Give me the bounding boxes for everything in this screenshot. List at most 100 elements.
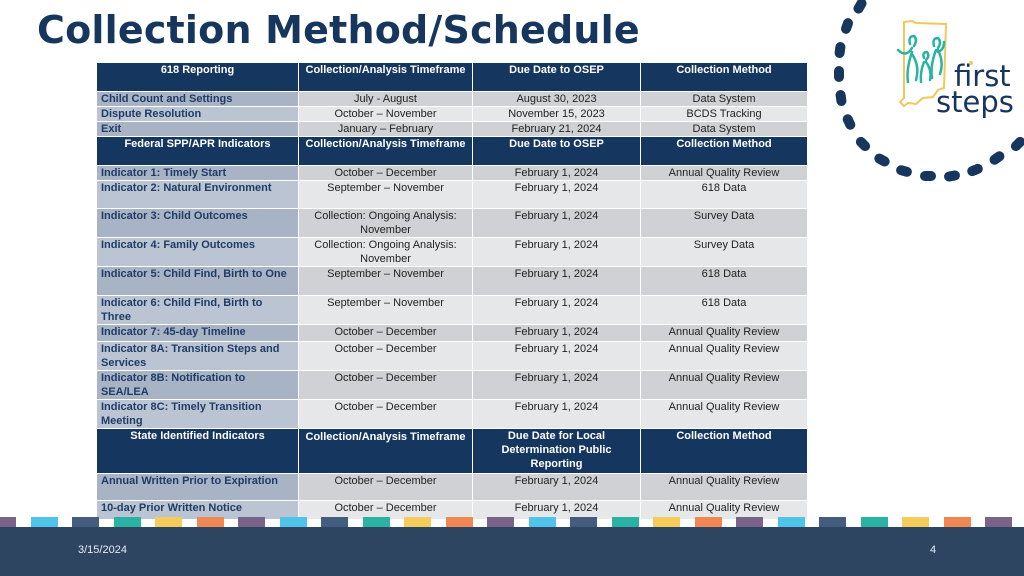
color-stripe: [0, 517, 16, 527]
due-date-cell: February 1, 2024: [472, 208, 641, 238]
table-row: Child Count and Settings July - August Aug…: [96, 91, 808, 107]
due-date-cell: February 1, 2024: [472, 370, 641, 400]
timeframe-cell: Collection: Ongoing Analysis: November: [298, 237, 473, 267]
collection-method-cell: 618 Data: [640, 180, 808, 209]
row-label: Dispute Resolution: [96, 106, 299, 122]
slide-footer: 3/15/2024 4: [0, 527, 1024, 576]
collection-method-cell: 618 Data: [640, 266, 808, 296]
timeframe-cell: September – November: [298, 295, 473, 325]
row-label: Indicator 8C: Timely Transition Meeting: [96, 399, 299, 429]
color-stripe: [695, 517, 722, 527]
color-stripe: [819, 517, 846, 527]
timeframe-cell: October – December: [298, 473, 473, 501]
table-row: Annual Written Prior to Expiration Octobe…: [96, 473, 808, 501]
slide-number: 4: [930, 544, 937, 556]
collection-method-cell: Annual Quality Review: [640, 324, 808, 342]
timeframe-cell: January – February: [298, 121, 473, 137]
table-row: Indicator 4: Family Outcomes Collection: …: [96, 237, 808, 267]
table-row: Indicator 8A: Transition Steps and Servi…: [96, 341, 808, 371]
timeframe-cell: September – November: [298, 180, 473, 209]
due-date-cell: February 1, 2024: [472, 324, 641, 342]
row-label: Annual Written Prior to Expiration: [96, 473, 299, 501]
timeframe-cell: October – November: [298, 106, 473, 122]
column-header: Federal SPP/APR Indicators: [96, 136, 299, 166]
color-stripe: [72, 517, 99, 527]
color-stripe: [155, 517, 182, 527]
column-header: Collection Method: [640, 136, 808, 166]
color-stripe: [31, 517, 58, 527]
due-date-cell: February 1, 2024: [472, 180, 641, 209]
due-date-cell: February 1, 2024: [472, 165, 641, 181]
due-date-cell: August 30, 2023: [472, 91, 641, 107]
timeframe-cell: October – December: [298, 324, 473, 342]
table-row: Indicator 8B: Notification to SEA/LEA Oct…: [96, 370, 808, 400]
color-stripe: [363, 517, 390, 527]
color-stripe: [238, 517, 265, 527]
row-label: Indicator 6: Child Find, Birth to Three: [96, 295, 299, 325]
section-header-row: State Identified Indicators Collection/An…: [96, 428, 808, 474]
color-stripe: [985, 517, 1012, 527]
row-label: Indicator 7: 45-day Timeline: [96, 324, 299, 342]
row-label: Exit: [96, 121, 299, 137]
color-stripe: [280, 517, 307, 527]
row-label: Indicator 8B: Notification to SEA/LEA: [96, 370, 299, 400]
collection-method-cell: 618 Data: [640, 295, 808, 325]
color-stripe: [446, 517, 473, 527]
collection-method-cell: Annual Quality Review: [640, 341, 808, 371]
table-row: Indicator 7: 45-day Timeline October – De…: [96, 324, 808, 342]
column-header: Collection Method: [640, 428, 808, 474]
due-date-cell: February 1, 2024: [472, 237, 641, 267]
row-label: Indicator 8A: Transition Steps and Servi…: [96, 341, 299, 371]
color-stripe: [653, 517, 680, 527]
collection-method-cell: BCDS Tracking: [640, 106, 808, 122]
table-row: Exit January – February February 21, 2024 D…: [96, 121, 808, 137]
color-stripe: [736, 517, 763, 527]
table-row: Dispute Resolution October – November Nove…: [96, 106, 808, 122]
collection-method-cell: Survey Data: [640, 208, 808, 238]
due-date-cell: February 1, 2024: [472, 295, 641, 325]
color-stripe: [778, 517, 805, 527]
table-row: Indicator 8C: Timely Transition Meeting O…: [96, 399, 808, 429]
color-stripe: [404, 517, 431, 527]
table-row: Indicator 5: Child Find, Birth to One Sep…: [96, 266, 808, 296]
logo-text-steps: steps: [936, 85, 1014, 119]
collection-method-cell: Annual Quality Review: [640, 399, 808, 429]
column-header: State Identified Indicators: [96, 428, 299, 474]
timeframe-cell: July - August: [298, 91, 473, 107]
due-date-cell: February 1, 2024: [472, 473, 641, 501]
column-header: Due Date for Local Determination Public …: [472, 428, 641, 474]
color-stripe: [487, 517, 514, 527]
timeframe-cell: October – December: [298, 165, 473, 181]
color-stripe: [197, 517, 224, 527]
slide-title: Collection Method/Schedule: [37, 8, 640, 52]
table-row: Indicator 3: Child Outcomes Collection: O…: [96, 208, 808, 238]
row-label: Indicator 4: Family Outcomes: [96, 237, 299, 267]
section-header-row: 618 Reporting Collection/Analysis Timefra…: [96, 62, 808, 92]
footer-date: 3/15/2024: [78, 544, 127, 556]
due-date-cell: February 1, 2024: [472, 266, 641, 296]
collection-method-cell: Data System: [640, 91, 808, 107]
table-row: Indicator 2: Natural Environment Septembe…: [96, 180, 808, 209]
row-label: Indicator 1: Timely Start: [96, 165, 299, 181]
column-header: Due Date to OSEP: [472, 136, 641, 166]
table-row: Indicator 6: Child Find, Birth to Three S…: [96, 295, 808, 325]
collection-method-cell: Annual Quality Review: [640, 165, 808, 181]
section-header-row: Federal SPP/APR Indicators Collection/Ana…: [96, 136, 808, 166]
color-stripe: [902, 517, 929, 527]
row-label: Child Count and Settings: [96, 91, 299, 107]
color-stripe: [612, 517, 639, 527]
table-row: Indicator 1: Timely Start October – Decem…: [96, 165, 808, 181]
color-stripe: [321, 517, 348, 527]
collection-method-cell: Data System: [640, 121, 808, 137]
column-header: Collection Method: [640, 62, 808, 92]
color-stripe: [861, 517, 888, 527]
timeframe-cell: October – December: [298, 370, 473, 400]
timeframe-cell: October – December: [298, 399, 473, 429]
column-header: Collection/Analysis Timeframe: [298, 428, 473, 474]
due-date-cell: February 1, 2024: [472, 399, 641, 429]
collection-method-cell: Annual Quality Review: [640, 370, 808, 400]
color-stripe: [529, 517, 556, 527]
column-header: Collection/Analysis Timeframe: [298, 136, 473, 166]
collection-schedule-table: 618 Reporting Collection/Analysis Timefra…: [96, 62, 808, 520]
timeframe-cell: September – November: [298, 266, 473, 296]
